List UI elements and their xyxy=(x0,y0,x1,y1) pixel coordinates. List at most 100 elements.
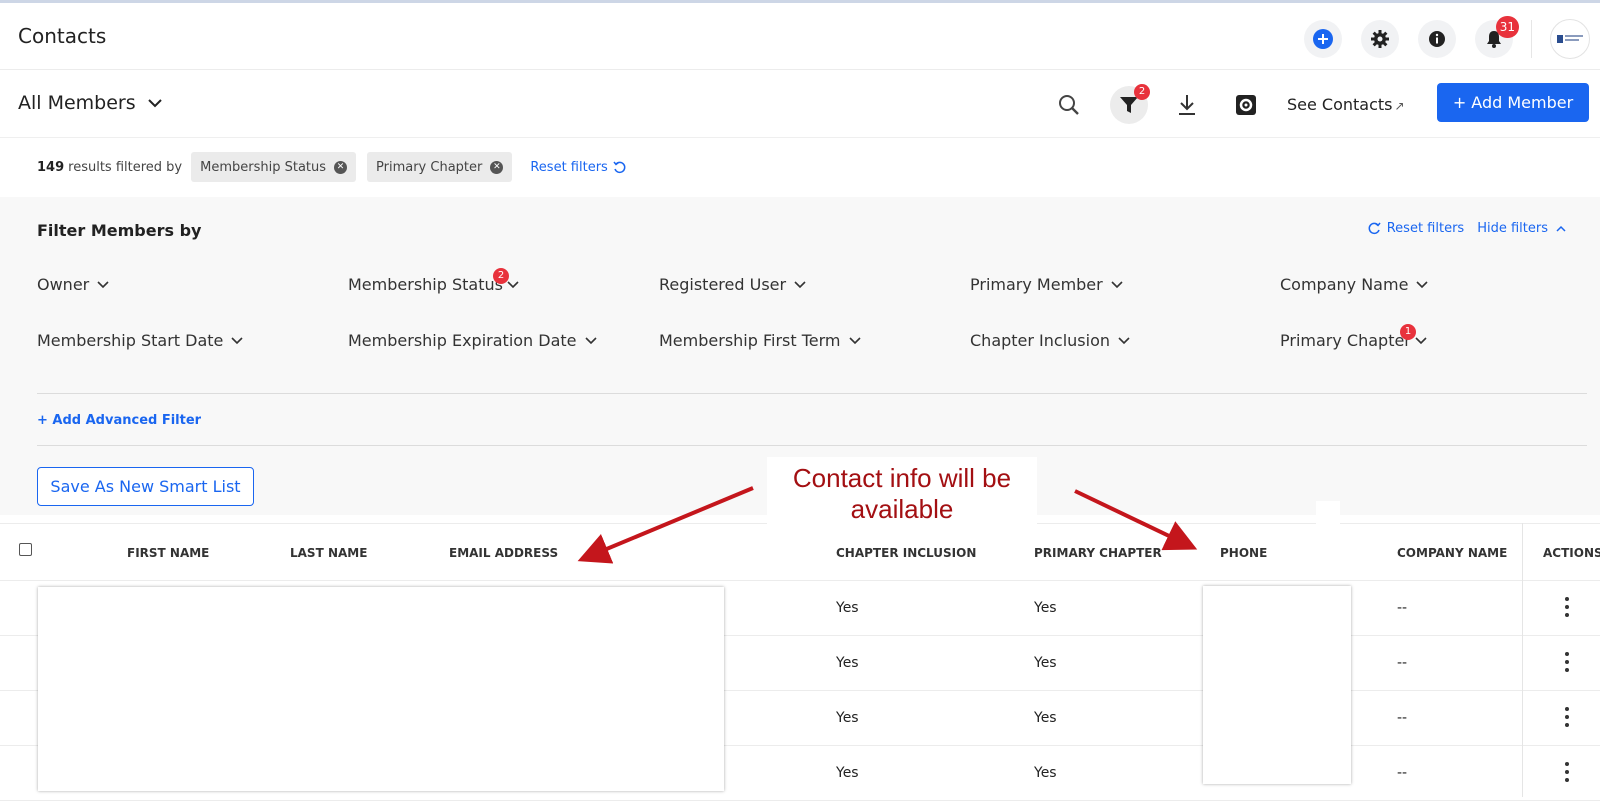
filter-label: Company Name xyxy=(1280,275,1409,294)
cell-chapter-inclusion: Yes xyxy=(836,655,859,671)
reset-filters-label: Reset filters xyxy=(530,159,608,175)
filter-owner[interactable]: Owner xyxy=(37,275,109,294)
list-name: All Members xyxy=(18,92,136,114)
results-text: results filtered by xyxy=(68,159,183,175)
filter-label: Membership Status xyxy=(348,275,503,294)
filter-label: Membership Expiration Date xyxy=(348,331,577,350)
column-primary-chapter[interactable]: PRIMARY CHAPTER xyxy=(1034,546,1162,560)
close-icon[interactable]: ✕ xyxy=(490,160,504,174)
chevron-down-icon xyxy=(231,336,243,344)
filter-badge: 1 xyxy=(1400,324,1416,340)
more-actions-icon[interactable] xyxy=(1565,652,1569,676)
add-circle-button[interactable] xyxy=(1304,20,1342,58)
select-all-checkbox[interactable] xyxy=(19,543,32,556)
external-link-icon: ↗ xyxy=(1394,99,1405,113)
settings-button[interactable] xyxy=(1361,20,1399,58)
results-summary: 149 results filtered by Membership Statu… xyxy=(37,152,626,182)
filter-label: Membership First Term xyxy=(659,331,841,350)
column-actions: ACTIONS xyxy=(1543,546,1600,560)
reset-filters-link[interactable]: Reset filters xyxy=(530,159,626,175)
more-actions-icon[interactable] xyxy=(1565,597,1569,621)
download-icon xyxy=(1179,95,1195,115)
divider xyxy=(37,393,1587,394)
list-selector[interactable]: All Members xyxy=(18,92,162,114)
chevron-down-icon xyxy=(1416,280,1428,288)
cell-company-name: -- xyxy=(1397,600,1408,616)
divider xyxy=(37,445,1587,446)
settings-box-icon xyxy=(1236,95,1256,115)
add-circle-icon xyxy=(1313,29,1333,49)
cell-primary-chapter: Yes xyxy=(1034,710,1057,726)
reset-icon xyxy=(1368,222,1381,235)
filter-label: Membership Start Date xyxy=(37,331,224,350)
more-actions-icon[interactable] xyxy=(1565,707,1569,731)
chip-label: Membership Status xyxy=(200,159,327,175)
filter-label: Owner xyxy=(37,275,90,294)
filter-chip-primary-chapter[interactable]: Primary Chapter ✕ xyxy=(367,152,513,182)
info-icon xyxy=(1429,31,1445,47)
filter-company-name[interactable]: Company Name xyxy=(1280,275,1428,294)
hide-filters-button[interactable]: Hide filters xyxy=(1477,221,1548,236)
reset-filters-button[interactable]: Reset filters xyxy=(1387,221,1464,236)
filter-membership-first-term[interactable]: Membership First Term xyxy=(659,331,861,350)
column-chapter-inclusion[interactable]: CHAPTER INCLUSION xyxy=(836,546,976,560)
chevron-up-icon xyxy=(1556,225,1566,232)
avatar[interactable] xyxy=(1550,19,1590,59)
cell-primary-chapter: Yes xyxy=(1034,655,1057,671)
notification-badge: 31 xyxy=(1495,16,1519,38)
filter-count-badge: 2 xyxy=(1134,84,1150,100)
filter-panel-title: Filter Members by xyxy=(37,221,202,240)
chevron-down-icon xyxy=(97,280,109,288)
cell-chapter-inclusion: Yes xyxy=(836,765,859,781)
column-email[interactable]: EMAIL ADDRESS xyxy=(449,546,558,560)
save-smart-list-button[interactable]: Save As New Smart List xyxy=(37,467,254,506)
table-header: FIRST NAME LAST NAME EMAIL ADDRESS CHAPT… xyxy=(0,523,1600,581)
filter-chip-membership-status[interactable]: Membership Status ✕ xyxy=(191,152,357,182)
column-company-name[interactable]: COMPANY NAME xyxy=(1397,546,1507,560)
chevron-down-icon xyxy=(794,280,806,288)
redaction-box xyxy=(1316,501,1340,531)
cell-chapter-inclusion: Yes xyxy=(836,710,859,726)
redaction-box xyxy=(1203,586,1351,784)
notifications-button[interactable]: 31 xyxy=(1475,16,1519,58)
chevron-down-icon xyxy=(1111,280,1123,288)
filter-button[interactable]: 2 xyxy=(1110,84,1150,124)
info-button[interactable] xyxy=(1418,20,1456,58)
filter-membership-expiration-date[interactable]: Membership Expiration Date xyxy=(348,331,597,350)
chip-label: Primary Chapter xyxy=(376,159,483,175)
filter-label: Registered User xyxy=(659,275,787,294)
column-phone[interactable]: PHONE xyxy=(1220,546,1267,560)
reset-icon xyxy=(613,161,626,173)
column-first-name[interactable]: FIRST NAME xyxy=(127,546,209,560)
annotation-line-1: Contact info will be xyxy=(792,463,1012,493)
chevron-down-icon xyxy=(848,336,861,344)
page-title: Contacts xyxy=(18,24,107,48)
filter-label: Primary Member xyxy=(970,275,1103,294)
results-count: 149 xyxy=(37,159,65,175)
close-icon[interactable]: ✕ xyxy=(334,160,348,174)
see-contacts-link[interactable]: See Contacts ↗ xyxy=(1287,95,1405,114)
search-button[interactable] xyxy=(1050,86,1088,124)
cell-primary-chapter: Yes xyxy=(1034,765,1057,781)
filter-primary-chapter[interactable]: Primary Chapter 1 xyxy=(1280,324,1427,350)
add-member-button[interactable]: + Add Member xyxy=(1437,83,1589,122)
download-button[interactable] xyxy=(1168,86,1206,124)
filter-primary-member[interactable]: Primary Member xyxy=(970,275,1123,294)
column-last-name[interactable]: LAST NAME xyxy=(290,546,367,560)
chevron-down-icon xyxy=(1118,336,1130,344)
gear-icon xyxy=(1371,30,1389,48)
cell-company-name: -- xyxy=(1397,655,1408,671)
filter-membership-status[interactable]: Membership Status 2 xyxy=(348,268,519,294)
filter-chapter-inclusion[interactable]: Chapter Inclusion xyxy=(970,331,1130,350)
more-actions-icon[interactable] xyxy=(1565,762,1569,786)
top-bar: Contacts 31 xyxy=(0,0,1600,70)
filter-badge: 2 xyxy=(493,268,509,284)
cell-company-name: -- xyxy=(1397,710,1408,726)
add-advanced-filter-link[interactable]: + Add Advanced Filter xyxy=(37,413,201,428)
cell-chapter-inclusion: Yes xyxy=(836,600,859,616)
filter-registered-user[interactable]: Registered User xyxy=(659,275,806,294)
column-settings-button[interactable] xyxy=(1227,86,1265,124)
filter-membership-start-date[interactable]: Membership Start Date xyxy=(37,331,243,350)
top-icons: 31 xyxy=(1285,16,1590,59)
chevron-down-icon xyxy=(507,280,519,288)
